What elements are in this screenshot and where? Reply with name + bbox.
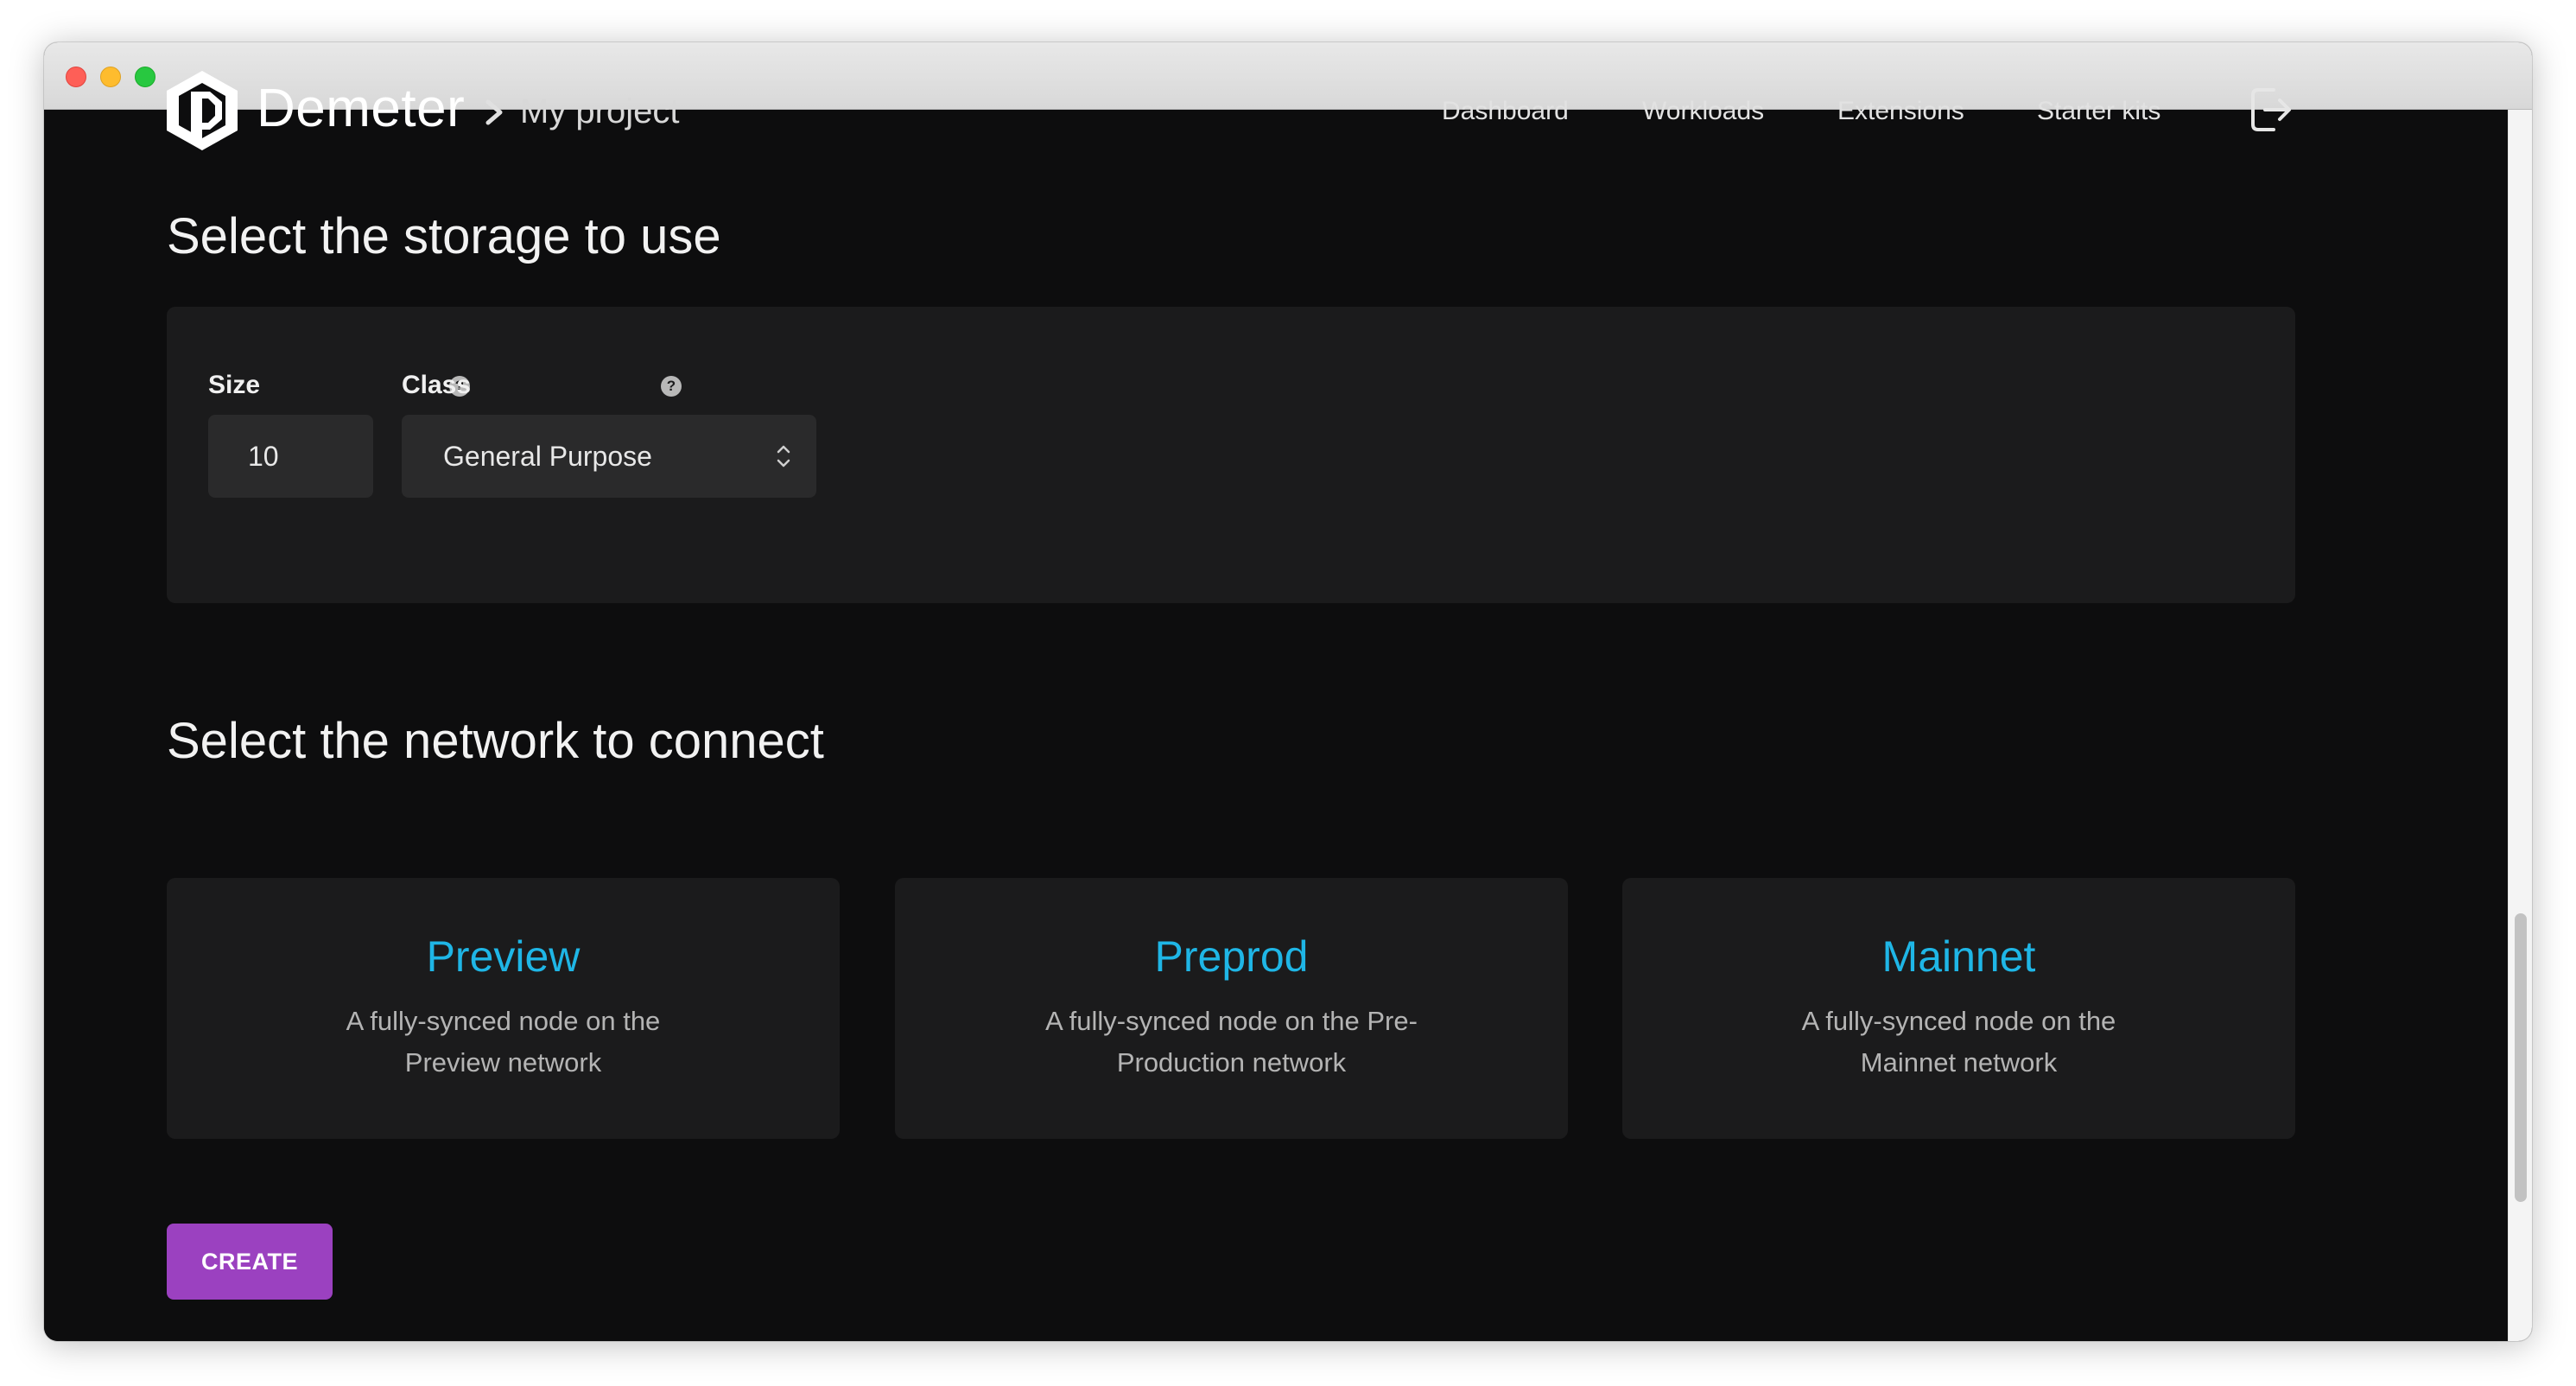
network-card-title: Preprod <box>1154 932 1309 981</box>
network-card-description: A fully-synced node on the Mainnet netwo… <box>1801 1006 2116 1078</box>
brand-name[interactable]: Demeter <box>257 78 465 139</box>
storage-section-title: Select the storage to use <box>167 208 721 264</box>
select-chevrons-icon <box>775 441 792 472</box>
class-select[interactable]: General Purpose <box>402 415 816 498</box>
network-card-preprod[interactable]: Preprod A fully-synced node on the Pre-P… <box>895 878 1568 1139</box>
nav-extensions[interactable]: Extensions <box>1837 97 1964 126</box>
network-card-description: A fully-synced node on the Preview netwo… <box>346 1006 661 1078</box>
vertical-scrollbar[interactable] <box>2508 110 2532 1341</box>
maximize-window-button[interactable] <box>135 67 155 87</box>
network-card-description: A fully-synced node on the Pre-Productio… <box>1045 1006 1418 1078</box>
network-section-title: Select the network to connect <box>167 713 824 769</box>
close-window-button[interactable] <box>66 67 86 87</box>
storage-panel: Size ? Class ? General Purpose <box>167 307 2295 603</box>
nav-starter-kits[interactable]: Starter kits <box>2037 97 2160 126</box>
create-button[interactable]: CREATE <box>167 1224 333 1300</box>
size-label: Size <box>208 371 261 399</box>
demeter-logo-icon[interactable] <box>165 69 239 152</box>
nav-workloads[interactable]: Workloads <box>1642 97 1764 126</box>
scrollbar-thumb[interactable] <box>2515 913 2527 1202</box>
minimize-window-button[interactable] <box>100 67 121 87</box>
network-card-title: Mainnet <box>1881 932 2036 981</box>
size-input[interactable] <box>208 415 373 498</box>
network-card-mainnet[interactable]: Mainnet A fully-synced node on the Mainn… <box>1622 878 2295 1139</box>
class-label: Class <box>402 371 472 399</box>
nav-dashboard[interactable]: Dashboard <box>1442 97 1569 126</box>
logout-icon[interactable] <box>2249 86 2293 133</box>
breadcrumb-chevron-icon <box>481 95 507 130</box>
breadcrumb-project[interactable]: My project <box>520 92 680 131</box>
class-select-value: General Purpose <box>443 441 652 472</box>
class-help-icon[interactable]: ? <box>661 376 682 397</box>
network-card-title: Preview <box>426 932 581 981</box>
network-card-preview[interactable]: Preview A fully-synced node on the Previ… <box>167 878 840 1139</box>
